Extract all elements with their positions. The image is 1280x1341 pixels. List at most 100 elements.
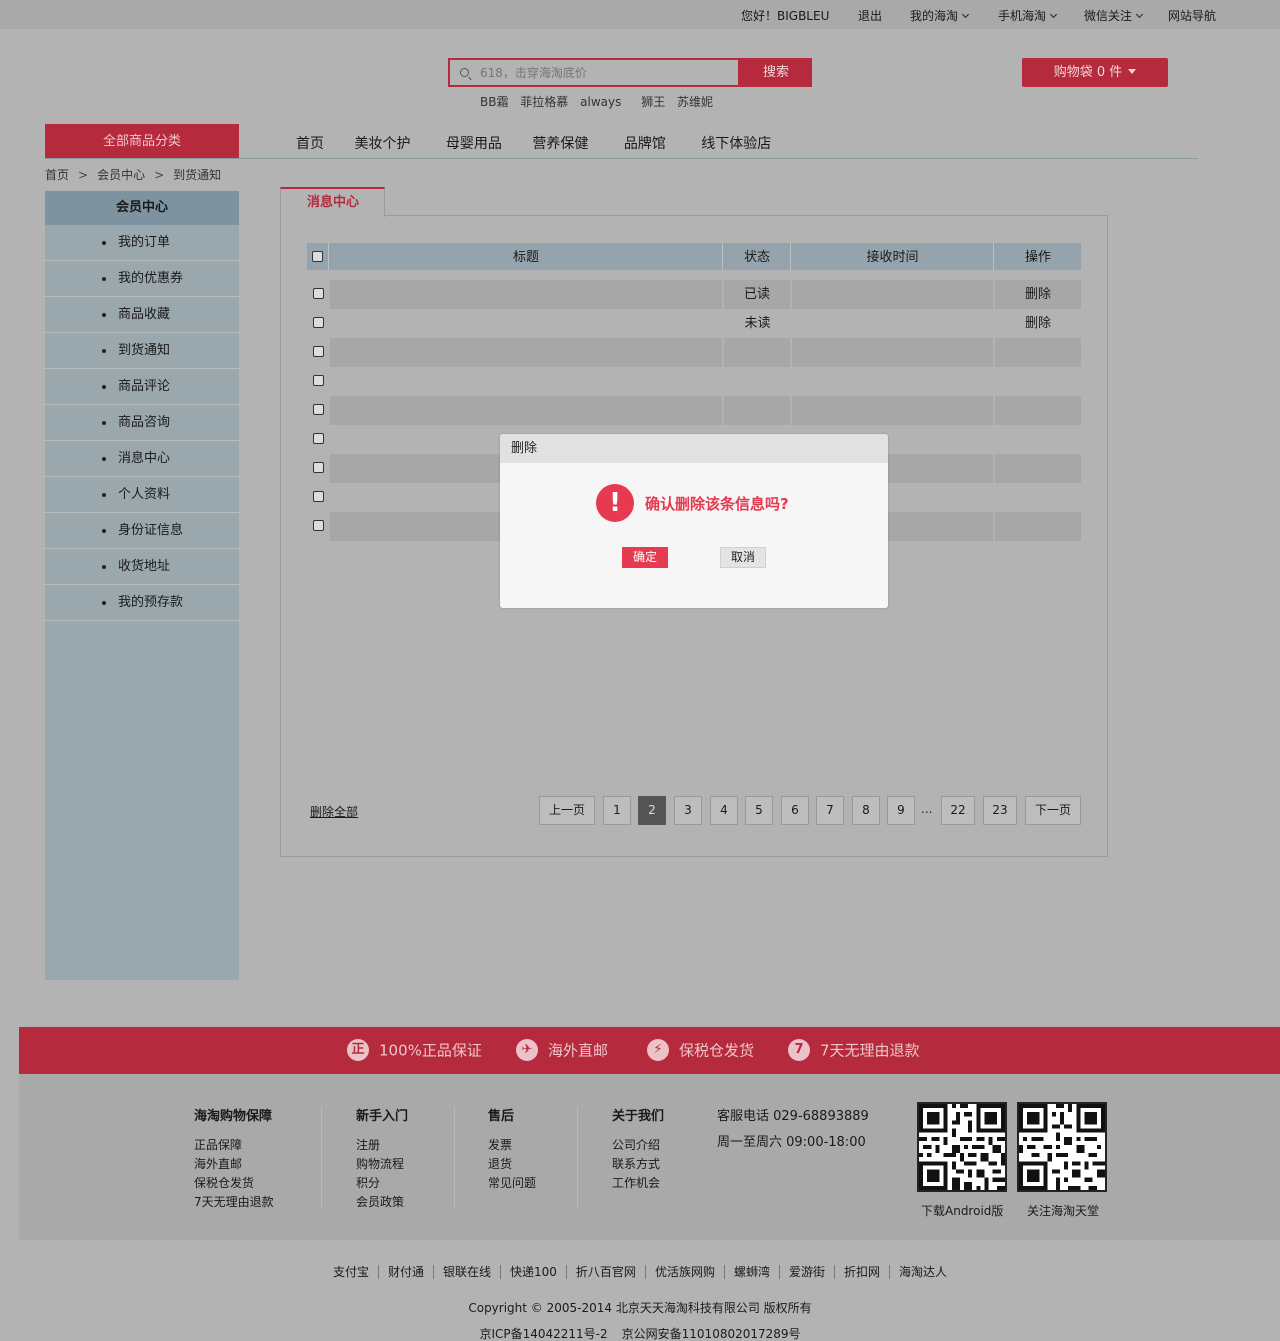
breadcrumb-sep: > <box>154 168 165 182</box>
prev-page-button[interactable]: 上一页 <box>539 796 595 825</box>
page-button[interactable]: 22 <box>941 796 975 825</box>
footer-link[interactable]: 积分 <box>356 1174 408 1193</box>
partner-link[interactable]: 优活族网购 <box>645 1265 725 1279</box>
sidebar-item-id-info[interactable]: 身份证信息 <box>45 513 239 549</box>
page-button[interactable]: 9 <box>887 796 915 825</box>
sidebar-item-questions[interactable]: 商品咨询 <box>45 405 239 441</box>
hot-word[interactable]: always <box>580 95 621 109</box>
row-checkbox[interactable] <box>312 491 324 502</box>
row-delete-link[interactable] <box>995 425 1081 454</box>
page-button[interactable]: 6 <box>781 796 809 825</box>
logout-link[interactable]: 退出 <box>858 7 882 24</box>
row-title[interactable] <box>330 367 723 396</box>
partner-link[interactable]: 银联在线 <box>434 1265 502 1279</box>
cancel-button[interactable]: 取消 <box>720 547 766 568</box>
all-categories-button[interactable]: 全部商品分类 <box>45 124 239 158</box>
sidebar-item-profile[interactable]: 个人资料 <box>45 477 239 513</box>
row-title[interactable] <box>330 280 723 309</box>
footer-link[interactable]: 注册 <box>356 1136 408 1155</box>
search-button[interactable]: 搜索 <box>740 58 812 87</box>
row-title[interactable] <box>330 338 723 367</box>
wechat-menu[interactable]: 微信关注 <box>1084 7 1144 24</box>
row-title[interactable] <box>330 396 723 425</box>
breadcrumb-member[interactable]: 会员中心 <box>97 168 145 182</box>
footer-link[interactable]: 工作机会 <box>612 1174 664 1193</box>
nav-item-brands[interactable]: 品牌馆 <box>624 136 666 152</box>
page-button[interactable]: 1 <box>603 796 631 825</box>
row-checkbox[interactable] <box>312 433 324 444</box>
partner-link[interactable]: 支付宝 <box>323 1265 379 1279</box>
partner-link[interactable]: 快递100 <box>501 1265 567 1279</box>
footer-link[interactable]: 常见问题 <box>488 1174 536 1193</box>
partner-link[interactable]: 海淘达人 <box>890 1265 956 1279</box>
confirm-button[interactable]: 确定 <box>622 547 668 568</box>
sidebar-item-reviews[interactable]: 商品评论 <box>45 369 239 405</box>
nav-item-beauty[interactable]: 美妆个护 <box>354 136 410 152</box>
row-delete-link[interactable]: 删除 <box>995 309 1081 338</box>
row-checkbox[interactable] <box>312 375 324 386</box>
footer-link[interactable]: 会员政策 <box>356 1193 408 1212</box>
hot-word[interactable]: 苏维妮 <box>677 95 713 109</box>
row-checkbox[interactable] <box>312 317 324 328</box>
row-delete-link[interactable] <box>995 396 1081 425</box>
row-checkbox-cell <box>307 425 329 454</box>
row-delete-link[interactable] <box>995 338 1081 367</box>
nav-item-stores[interactable]: 线下体验店 <box>701 136 771 152</box>
footer-link[interactable]: 正品保障 <box>194 1136 274 1155</box>
row-delete-link[interactable] <box>995 454 1081 483</box>
footer-link[interactable]: 发票 <box>488 1136 536 1155</box>
partner-link[interactable]: 螺蛳湾 <box>724 1265 780 1279</box>
row-checkbox[interactable] <box>312 462 324 473</box>
row-delete-link[interactable] <box>995 483 1081 512</box>
select-all-checkbox[interactable] <box>312 251 323 262</box>
sidebar-item-orders[interactable]: 我的订单 <box>45 225 239 261</box>
row-title[interactable] <box>330 309 723 338</box>
footer-link[interactable]: 保税仓发货 <box>194 1174 274 1193</box>
next-page-button[interactable]: 下一页 <box>1025 796 1081 825</box>
page-button-current[interactable]: 2 <box>638 796 666 825</box>
partner-link[interactable]: 爱游街 <box>779 1265 835 1279</box>
nav-item-baby[interactable]: 母婴用品 <box>446 136 502 152</box>
page-button[interactable]: 5 <box>745 796 773 825</box>
page-button[interactable]: 4 <box>710 796 738 825</box>
row-delete-link[interactable] <box>995 512 1081 541</box>
my-haitao-menu[interactable]: 我的海淘 <box>910 7 970 24</box>
hot-word[interactable]: 菲拉格慕 <box>520 95 568 109</box>
page-button[interactable]: 23 <box>983 796 1017 825</box>
row-delete-link[interactable] <box>995 367 1081 396</box>
nav-item-home[interactable]: 首页 <box>296 136 324 152</box>
partner-link[interactable]: 折八百官网 <box>566 1265 646 1279</box>
sidebar-item-deposit[interactable]: 我的预存款 <box>45 585 239 621</box>
row-checkbox[interactable] <box>312 520 324 531</box>
hot-word[interactable]: 狮王 <box>641 95 665 109</box>
nav-item-health[interactable]: 营养保健 <box>532 136 588 152</box>
row-delete-link[interactable]: 删除 <box>995 280 1081 309</box>
site-nav-link[interactable]: 网站导航 <box>1168 7 1216 24</box>
footer-link[interactable]: 退货 <box>488 1155 536 1174</box>
row-checkbox[interactable] <box>312 404 324 415</box>
sidebar-item-coupons[interactable]: 我的优惠券 <box>45 261 239 297</box>
footer-link[interactable]: 7天无理由退款 <box>194 1193 274 1212</box>
mobile-menu[interactable]: 手机海淘 <box>998 7 1058 24</box>
page-button[interactable]: 7 <box>816 796 844 825</box>
sidebar-item-address[interactable]: 收货地址 <box>45 549 239 585</box>
footer-link[interactable]: 公司介绍 <box>612 1136 664 1155</box>
search-input[interactable] <box>480 66 730 80</box>
partner-link[interactable]: 财付通 <box>378 1265 434 1279</box>
sidebar-item-favorites[interactable]: 商品收藏 <box>45 297 239 333</box>
footer-link[interactable]: 联系方式 <box>612 1155 664 1174</box>
page-button[interactable]: 3 <box>674 796 702 825</box>
page-button[interactable]: 8 <box>852 796 880 825</box>
cart-button[interactable]: 购物袋 0 件 <box>1022 58 1168 87</box>
row-checkbox[interactable] <box>312 346 324 357</box>
footer-link[interactable]: 海外直邮 <box>194 1155 274 1174</box>
sidebar-item-messages[interactable]: 消息中心 <box>45 441 239 477</box>
breadcrumb-home[interactable]: 首页 <box>45 168 69 182</box>
tab-messages[interactable]: 消息中心 <box>280 187 385 217</box>
partner-link[interactable]: 折扣网 <box>834 1265 890 1279</box>
row-checkbox[interactable] <box>312 288 324 299</box>
delete-all-link[interactable]: 删除全部 <box>310 803 358 820</box>
hot-word[interactable]: BB霜 <box>480 95 508 109</box>
footer-link[interactable]: 购物流程 <box>356 1155 408 1174</box>
sidebar-item-arrival-notice[interactable]: 到货通知 <box>45 333 239 369</box>
